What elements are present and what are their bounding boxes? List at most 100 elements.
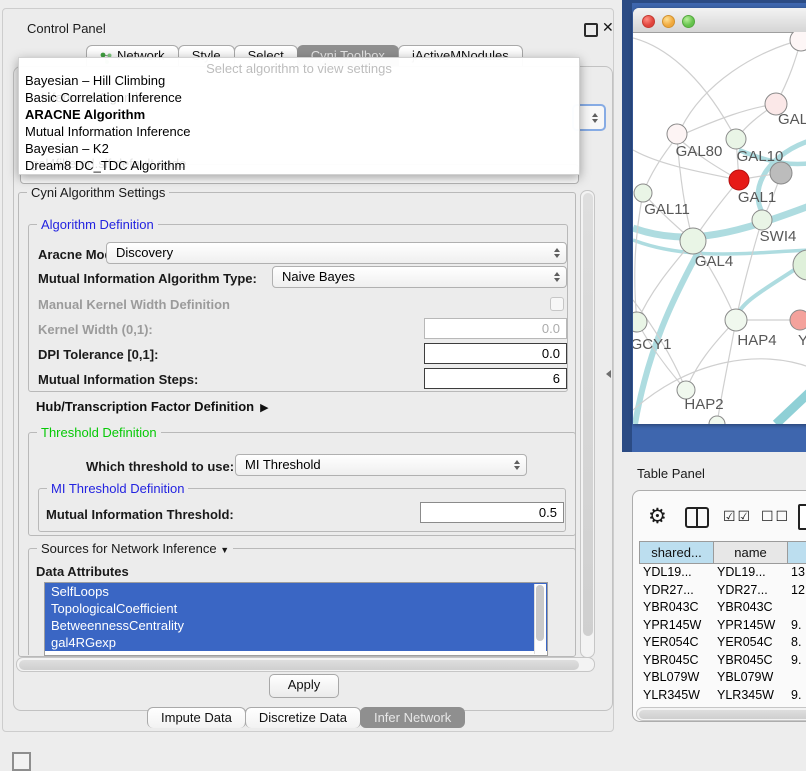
- table-horizontal-scrollbar[interactable]: [636, 707, 806, 721]
- table-row[interactable]: YPR145W YPR145W 9.: [639, 617, 806, 635]
- node-gal1-red[interactable]: [729, 170, 749, 190]
- expanded-arrow-icon: ▼: [220, 545, 229, 555]
- dpi-tolerance-field[interactable]: 0.0: [424, 343, 567, 364]
- table-panel-title: Table Panel: [637, 466, 705, 481]
- manual-kernel-label: Manual Kernel Width Definition: [38, 297, 230, 312]
- node-gal11[interactable]: [634, 184, 652, 202]
- table-row[interactable]: YDL19... YDL19... 13: [639, 564, 806, 582]
- close-button[interactable]: [642, 15, 655, 28]
- table-row[interactable]: YBR043C YBR043C: [639, 599, 806, 617]
- algorithm-definition-title: Algorithm Definition: [37, 217, 158, 232]
- node-salmon[interactable]: [790, 310, 806, 330]
- manual-kernel-checkbox[interactable]: [550, 297, 564, 311]
- deselect-all-icon[interactable]: ☐☐: [761, 509, 790, 525]
- hub-definition-toggle[interactable]: Hub/Transcription Factor Definition▶: [36, 399, 269, 414]
- sources-group-title[interactable]: Sources for Network Inference ▼: [37, 541, 233, 556]
- threshold-definition-title: Threshold Definition: [37, 425, 161, 440]
- table-panel-window: ⚙ ☑☑ ☐☐ shared... name YDL19... YDL19...…: [632, 490, 806, 722]
- mi-type-label: Mutual Information Algorithm Type:: [38, 271, 257, 286]
- list-item-topologicalcoefficient[interactable]: TopologicalCoefficient: [45, 600, 547, 617]
- table-rows: YDL19... YDL19... 13 YDR27... YDR27... 1…: [639, 564, 806, 711]
- dropdown-item-mutual-information[interactable]: Mutual Information Inference: [25, 123, 573, 140]
- tab-impute-data[interactable]: Impute Data: [147, 707, 246, 728]
- column-header-name[interactable]: name: [713, 541, 788, 564]
- node-hap4[interactable]: [725, 309, 747, 331]
- node-partial-bottom[interactable]: [709, 416, 725, 424]
- network-node-labels: GAL GAL80 GAL10 GAL1 GAL11 SWI4 GAL4 GCY…: [633, 111, 806, 413]
- node-label-gal80: GAL80: [676, 143, 723, 160]
- list-item-betweennesscentrality[interactable]: BetweennessCentrality: [45, 617, 547, 634]
- node-gal10[interactable]: [726, 129, 746, 149]
- node-label-gal4: GAL4: [695, 253, 733, 270]
- node-partial-right-green[interactable]: [793, 250, 806, 280]
- function-builder-icon[interactable]: [798, 504, 806, 530]
- network-window[interactable]: GAL GAL80 GAL10 GAL1 GAL11 SWI4 GAL4 GCY…: [633, 8, 806, 424]
- dpi-tolerance-label: DPI Tolerance [0,1]:: [38, 347, 158, 362]
- tab-discretize-data[interactable]: Discretize Data: [245, 707, 361, 728]
- network-graph[interactable]: GAL GAL80 GAL10 GAL1 GAL11 SWI4 GAL4 GCY…: [633, 32, 806, 424]
- node-label-gal11: GAL11: [644, 201, 690, 218]
- zoom-button[interactable]: [682, 15, 695, 28]
- mi-steps-label: Mutual Information Steps:: [38, 372, 198, 387]
- node-label-gal: GAL: [778, 111, 806, 128]
- node-label-gcy1: GCY1: [633, 336, 671, 353]
- kernel-width-label: Kernel Width (0,1):: [38, 322, 153, 337]
- node-gcy1[interactable]: [633, 312, 647, 332]
- which-threshold-label: Which threshold to use:: [86, 459, 234, 474]
- select-all-icon[interactable]: ☑☑: [723, 509, 752, 525]
- aracne-mode-combobox[interactable]: Discovery: [106, 242, 567, 264]
- table-row[interactable]: YER054C YER054C 8.: [639, 634, 806, 652]
- table-row[interactable]: YBR045C YBR045C 9.: [639, 652, 806, 670]
- table-row[interactable]: YDR27... YDR27... 12: [639, 582, 806, 600]
- apply-button[interactable]: Apply: [269, 674, 339, 698]
- node-gray[interactable]: [770, 162, 792, 184]
- settings-group-title: Cyni Algorithm Settings: [27, 185, 169, 200]
- settings-vertical-scrollbar[interactable]: [580, 190, 595, 658]
- bottom-tabs: Impute Data Discretize Data Infer Networ…: [148, 707, 465, 729]
- close-icon[interactable]: ✕: [602, 19, 614, 36]
- mi-type-combobox[interactable]: Naive Bayes: [272, 266, 567, 288]
- dropdown-item-bayesian-hill-climbing[interactable]: Bayesian – Hill Climbing: [25, 72, 573, 89]
- data-attributes-label: Data Attributes: [36, 564, 129, 579]
- node-label-swi4: SWI4: [760, 228, 797, 245]
- stepper-arrows: [554, 272, 560, 282]
- node-partial-top[interactable]: [790, 32, 806, 51]
- table-row[interactable]: YLR345W YLR345W 9.: [639, 687, 806, 705]
- node-label-hap4: HAP4: [737, 332, 776, 349]
- list-item-gal4rgexp[interactable]: gal4RGexp: [45, 634, 547, 651]
- panel-splitter-handle[interactable]: [606, 370, 611, 378]
- node-label-y: Y: [798, 332, 806, 349]
- dropdown-item-basic-correlation[interactable]: Basic Correlation Inference: [25, 89, 573, 106]
- stepper-arrows: [554, 248, 560, 258]
- data-attributes-list: SelfLoops TopologicalCoefficient Between…: [44, 582, 548, 656]
- column-header-shared-name[interactable]: shared...: [639, 541, 714, 564]
- mi-steps-field[interactable]: 6: [424, 368, 567, 389]
- list-vertical-scrollbar[interactable]: [534, 584, 546, 654]
- float-window-icon[interactable]: [584, 23, 598, 37]
- table-row[interactable]: YBL079W YBL079W: [639, 669, 806, 687]
- network-window-titlebar[interactable]: [633, 8, 806, 33]
- stepper-arrows: [514, 460, 520, 470]
- mi-threshold-field[interactable]: 0.5: [420, 502, 564, 523]
- dropdown-item-dream8[interactable]: Dream8 DC_TDC Algorithm: [25, 157, 573, 174]
- gear-icon[interactable]: ⚙: [648, 504, 667, 528]
- dropdown-item-bayesian-k2[interactable]: Bayesian – K2: [25, 140, 573, 157]
- kernel-width-field[interactable]: 0.0: [424, 318, 567, 339]
- tab-infer-network[interactable]: Infer Network: [360, 707, 465, 728]
- mi-threshold-label: Mutual Information Threshold:: [46, 507, 234, 522]
- which-threshold-combobox[interactable]: MI Threshold: [235, 454, 527, 476]
- node-swi4[interactable]: [752, 210, 772, 230]
- list-item-selfloops[interactable]: SelfLoops: [45, 583, 547, 600]
- column-header-partial[interactable]: [787, 541, 806, 564]
- node-gal80[interactable]: [667, 124, 687, 144]
- dropdown-item-aracne[interactable]: ARACNE Algorithm: [25, 106, 573, 123]
- node-gal4[interactable]: [680, 228, 706, 254]
- algorithm-dropdown-list: Select algorithm to view settings Infere…: [18, 57, 580, 175]
- settings-horizontal-scrollbar[interactable]: [16, 657, 595, 672]
- collapsed-arrow-icon: ▶: [260, 401, 268, 414]
- node-label-hap2: HAP2: [684, 396, 723, 413]
- split-pane-icon[interactable]: [685, 507, 709, 528]
- screen: { "colors": { "selection_blue": "#3a66c4…: [0, 0, 806, 762]
- node-label-gal1: GAL1: [738, 189, 776, 206]
- minimize-button[interactable]: [662, 15, 675, 28]
